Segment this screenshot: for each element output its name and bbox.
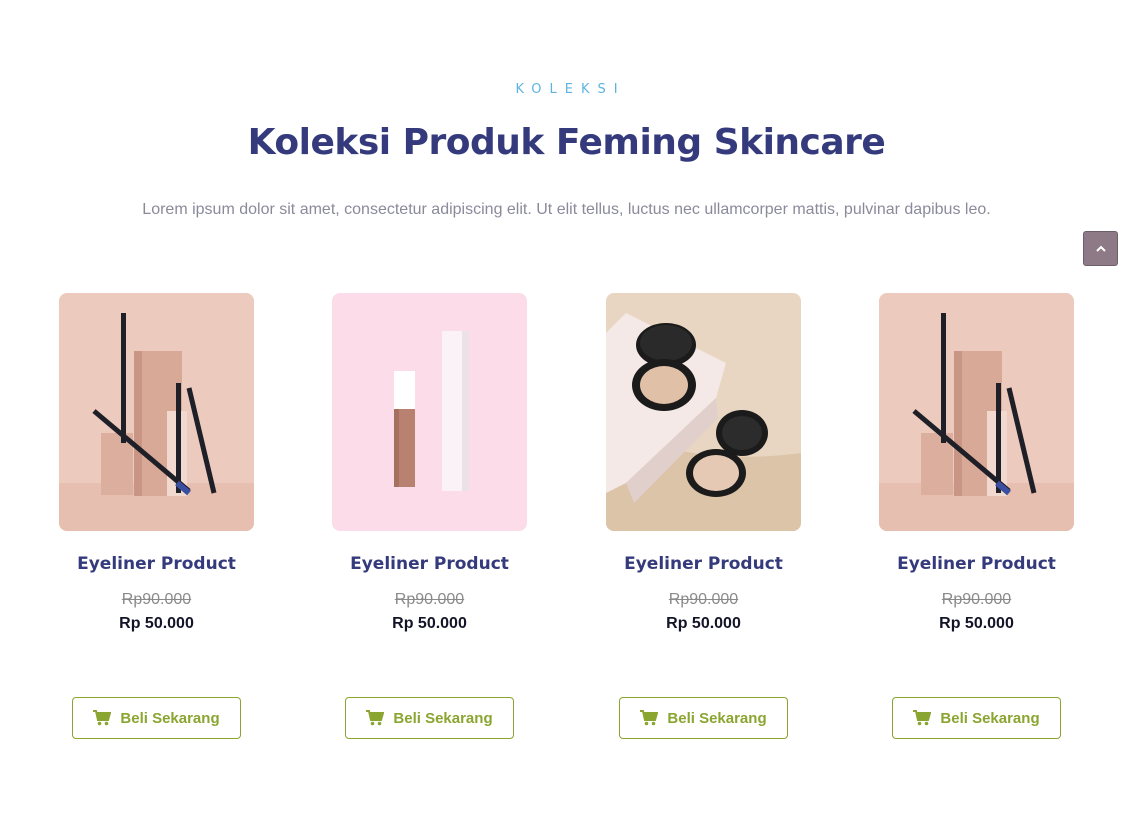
product-old-price: Rp90.000 [121, 591, 192, 608]
chevron-up-icon [1095, 245, 1106, 252]
product-image[interactable] [879, 293, 1074, 531]
buy-now-label: Beli Sekarang [120, 709, 220, 727]
buy-now-label: Beli Sekarang [667, 709, 767, 727]
buy-now-label: Beli Sekarang [940, 709, 1040, 727]
section-subtitle: Lorem ipsum dolor sit amet, consectetur … [142, 201, 991, 218]
buy-now-button[interactable]: Beli Sekarang [892, 697, 1061, 739]
cart-icon [913, 710, 932, 726]
product-name[interactable]: Eyeliner Product [566, 554, 841, 574]
product-card: Eyeliner Product Rp90.000 Rp 50.000 Beli… [332, 293, 527, 739]
product-old-price: Rp90.000 [668, 591, 739, 608]
product-price: Rp 50.000 [939, 615, 1014, 632]
scroll-to-top-button[interactable] [1083, 231, 1118, 266]
buy-now-button[interactable]: Beli Sekarang [72, 697, 241, 739]
product-image[interactable] [332, 293, 527, 531]
product-old-price: Rp90.000 [941, 591, 1012, 608]
cart-icon [93, 710, 112, 726]
product-name[interactable]: Eyeliner Product [19, 554, 294, 574]
section-eyebrow: KOLEKSI [515, 82, 626, 97]
cart-icon [640, 710, 659, 726]
product-price: Rp 50.000 [666, 615, 741, 632]
buy-now-label: Beli Sekarang [393, 709, 493, 727]
buy-now-button[interactable]: Beli Sekarang [345, 697, 514, 739]
product-image[interactable] [606, 293, 801, 531]
product-price: Rp 50.000 [119, 615, 194, 632]
cart-icon [366, 710, 385, 726]
section-title: Koleksi Produk Feming Skincare [247, 122, 886, 163]
product-price: Rp 50.000 [392, 615, 467, 632]
product-card: Eyeliner Product Rp90.000 Rp 50.000 Beli… [879, 293, 1074, 739]
product-old-price: Rp90.000 [394, 591, 465, 608]
product-card: Eyeliner Product Rp90.000 Rp 50.000 Beli… [59, 293, 254, 739]
product-name[interactable]: Eyeliner Product [839, 554, 1114, 574]
product-name[interactable]: Eyeliner Product [292, 554, 567, 574]
product-image[interactable] [59, 293, 254, 531]
buy-now-button[interactable]: Beli Sekarang [619, 697, 788, 739]
product-card: Eyeliner Product Rp90.000 Rp 50.000 Beli… [606, 293, 801, 739]
